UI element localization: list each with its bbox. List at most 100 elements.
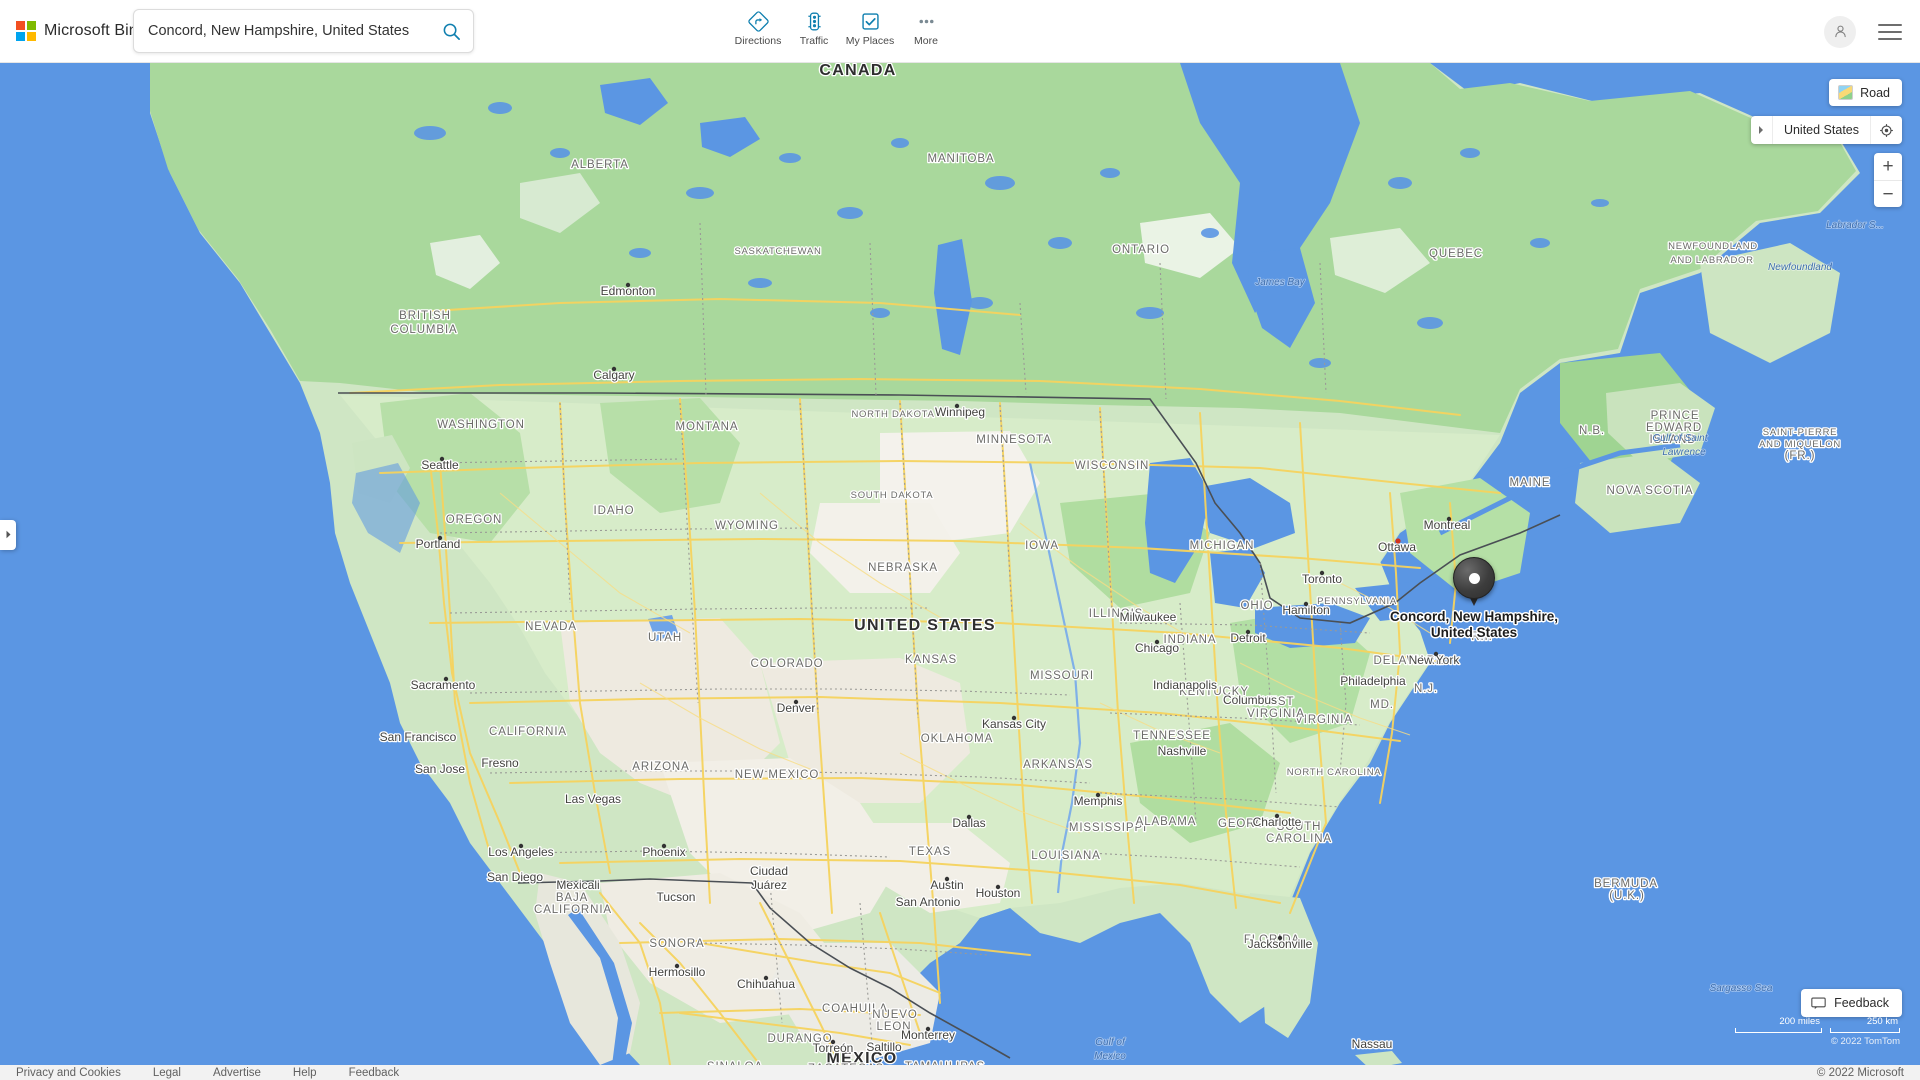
map-city-label-26: Philadelphia xyxy=(1340,674,1406,688)
hamburger-menu-icon[interactable] xyxy=(1878,23,1902,40)
header-right-controls xyxy=(1824,0,1902,63)
zoom-controls: + − xyxy=(1874,153,1902,207)
map-city-label-18: Milwaukee xyxy=(1120,610,1177,624)
map-region-label-1: COLUMBIA xyxy=(390,324,457,336)
page-footer: Privacy and Cookies Legal Advertise Help Fee… xyxy=(0,1065,1920,1080)
account-button[interactable] xyxy=(1824,15,1856,48)
region-label[interactable]: United States xyxy=(1773,123,1870,137)
map-region-label-5: ONTARIO xyxy=(1112,244,1170,256)
map-feedback-label: Feedback xyxy=(1834,996,1889,1010)
search-button[interactable] xyxy=(429,10,473,52)
map-water-label-2: Lawrence xyxy=(1662,447,1706,458)
map-pushpin-icon xyxy=(1453,557,1495,599)
map-region-label-7: NEWFOUNDLAND xyxy=(1668,241,1758,252)
map-region-label-40: ARKANSAS xyxy=(1023,759,1093,771)
pushpin-center-dot xyxy=(1468,572,1480,584)
pushpin-label: Concord, New Hampshire, United States xyxy=(1390,609,1558,641)
side-panel-toggle[interactable] xyxy=(0,520,16,550)
map-region-label-75: BERMUDA xyxy=(1594,878,1658,890)
map-style-label: Road xyxy=(1860,85,1890,100)
map-water-label-4: Newfoundland xyxy=(1768,262,1832,273)
map-region-label-32: COLORADO xyxy=(750,658,823,670)
toolbar-item-directions[interactable]: Directions xyxy=(730,6,786,47)
map-country-label-1: UNITED STATES xyxy=(854,617,996,634)
directions-icon xyxy=(747,10,769,32)
map-city-label-24: Indianapolis xyxy=(1153,678,1217,692)
map-region-label-43: ARIZONA xyxy=(632,761,689,773)
map-city-label-34: San Antonio xyxy=(896,895,961,909)
search-input[interactable] xyxy=(134,23,429,39)
expand-panel-right-icon xyxy=(5,526,12,544)
map-region-label-58: MD. xyxy=(1370,699,1394,711)
toolbar-item-my-places[interactable]: My Places xyxy=(842,6,898,47)
map-canvas[interactable]: CANADA UNITED STATES MEXICO BRITISH COLUMBIA… xyxy=(0,63,1920,1065)
app-header: Microsoft Bing Directio xyxy=(0,0,1920,63)
map-style-icon xyxy=(1838,85,1854,100)
capital-dot xyxy=(1395,538,1401,544)
map-city-label-11: San Diego xyxy=(487,870,543,884)
account-person-icon xyxy=(1834,25,1846,38)
microsoft-logo-icon xyxy=(16,21,36,41)
map-region-label-19: OREGON xyxy=(446,514,503,526)
map-region-label-66: NUEVO xyxy=(872,1009,917,1021)
footer-link-2[interactable]: Advertise xyxy=(213,1067,261,1079)
map-water-label-0: James Bay xyxy=(1254,277,1305,288)
footer-link-0[interactable]: Privacy and Cookies xyxy=(16,1067,121,1079)
map-city-label-7: San Jose xyxy=(415,762,465,776)
toolbar-item-traffic[interactable]: Traffic xyxy=(786,6,842,47)
map-city-label-13: Tucson xyxy=(657,890,696,904)
region-control: United States xyxy=(1750,116,1902,144)
map-region-label-9: NOVA SCOTIA xyxy=(1606,485,1693,497)
map-region-label-8: AND LABRADOR xyxy=(1670,255,1753,266)
map-region-label-21: IDAHO xyxy=(594,505,635,517)
map-city-label-9: Las Vegas xyxy=(565,792,621,806)
map-region-label-29: NEBRASKA xyxy=(868,562,938,574)
map-water-label-3: Labrador S... xyxy=(1826,220,1884,231)
footer-link-1[interactable]: Legal xyxy=(153,1067,181,1079)
map-region-label-16: N.B. xyxy=(1579,425,1605,437)
map-city-label-25: Columbus xyxy=(1223,693,1277,707)
toolbar-item-more[interactable]: More xyxy=(898,6,954,47)
map-region-label-18: WASHINGTON xyxy=(437,419,525,431)
footer-link-3[interactable]: Help xyxy=(293,1067,317,1079)
map-region-label-37: OHIO xyxy=(1241,600,1274,612)
map-feedback-button[interactable]: Feedback xyxy=(1801,989,1902,1017)
footer-link-4[interactable]: Feedback xyxy=(349,1067,400,1079)
map-region-label-13: SAINT-PIERRE xyxy=(1763,427,1837,438)
map-render: CANADAUNITED STATESMEXICOBRITISHCOLUMBIA… xyxy=(0,63,1920,1065)
map-city-label-44: Nassau xyxy=(1352,1037,1393,1051)
map-region-label-23: NORTH DAKOTA xyxy=(852,409,935,420)
map-style-button[interactable]: Road xyxy=(1829,79,1902,106)
map-city-label-2: Winnipeg xyxy=(935,405,985,419)
zoom-out-button[interactable]: − xyxy=(1874,180,1902,207)
map-city-label-23: Montreal xyxy=(1424,518,1471,532)
map-water-label-5: Gulf of xyxy=(1095,1037,1126,1048)
map-region-label-52: CAROLINA xyxy=(1266,833,1332,845)
map-city-label-12: Mexicali xyxy=(556,878,599,892)
pushpin-label-line2: United States xyxy=(1430,625,1518,640)
map-region-label-4: MANITOBA xyxy=(927,153,994,165)
search-box[interactable] xyxy=(133,9,474,53)
scale-miles-bar xyxy=(1735,1028,1822,1033)
map-region-label-53: NORTH CAROLINA xyxy=(1287,767,1382,778)
speech-bubble-icon xyxy=(1811,997,1826,1009)
zoom-in-button[interactable]: + xyxy=(1874,153,1902,180)
data-attribution: © 2022 TomTom xyxy=(1830,1036,1900,1047)
bing-brand-logo[interactable]: Microsoft Bing xyxy=(16,21,147,41)
map-city-label-28: Nashville xyxy=(1158,744,1207,758)
map-toolbar: Directions Traffic My Places More xyxy=(730,6,954,47)
map-pushpin[interactable]: Concord, New Hampshire, United States xyxy=(1390,557,1558,640)
traffic-light-icon xyxy=(804,10,825,32)
toolbar-label-traffic: Traffic xyxy=(799,35,829,47)
pushpin-label-line1: Concord, New Hampshire, xyxy=(1389,609,1559,624)
locate-me-icon[interactable] xyxy=(1870,116,1902,144)
map-region-label-26: WISCONSIN xyxy=(1075,460,1150,472)
map-region-label-24: SOUTH DAKOTA xyxy=(851,490,934,501)
footer-copyright: © 2022 Microsoft xyxy=(1816,1066,1904,1079)
scale-miles: 200 miles xyxy=(1735,1016,1822,1033)
map-city-label-38: Ciudad xyxy=(750,864,788,878)
search-icon xyxy=(443,23,460,40)
chevron-right-icon[interactable] xyxy=(1751,116,1773,144)
map-city-label-39: Juárez xyxy=(751,878,787,892)
map-region-label-0: BRITISH xyxy=(399,310,451,322)
